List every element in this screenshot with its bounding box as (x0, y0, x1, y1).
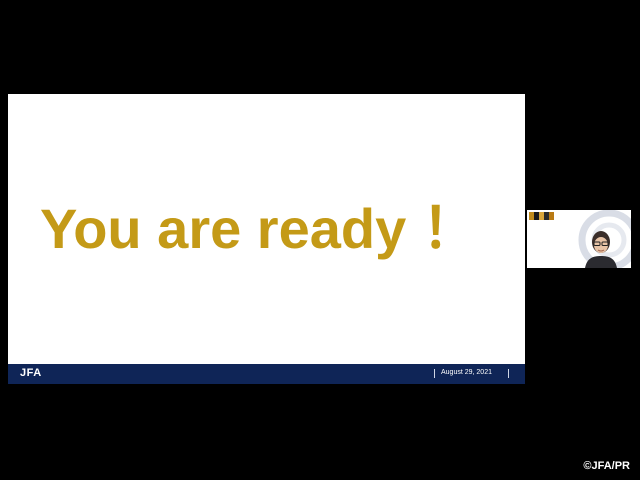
slide-footer: JFA August 29, 2021 (8, 364, 525, 384)
footer-divider (434, 369, 435, 378)
participant-video-tile[interactable] (527, 210, 631, 268)
person-video-icon (585, 231, 617, 268)
copyright-text: ©JFA/PR (583, 460, 630, 472)
slide-headline: You are ready ！ (40, 197, 478, 260)
jfa-logo: JFA (20, 367, 42, 379)
footer-divider (508, 369, 509, 378)
slide-date: August 29, 2021 (441, 369, 492, 376)
sponsor-logo (529, 212, 554, 220)
presentation-slide: You are ready ！ JFA August 29, 2021 (8, 94, 525, 384)
